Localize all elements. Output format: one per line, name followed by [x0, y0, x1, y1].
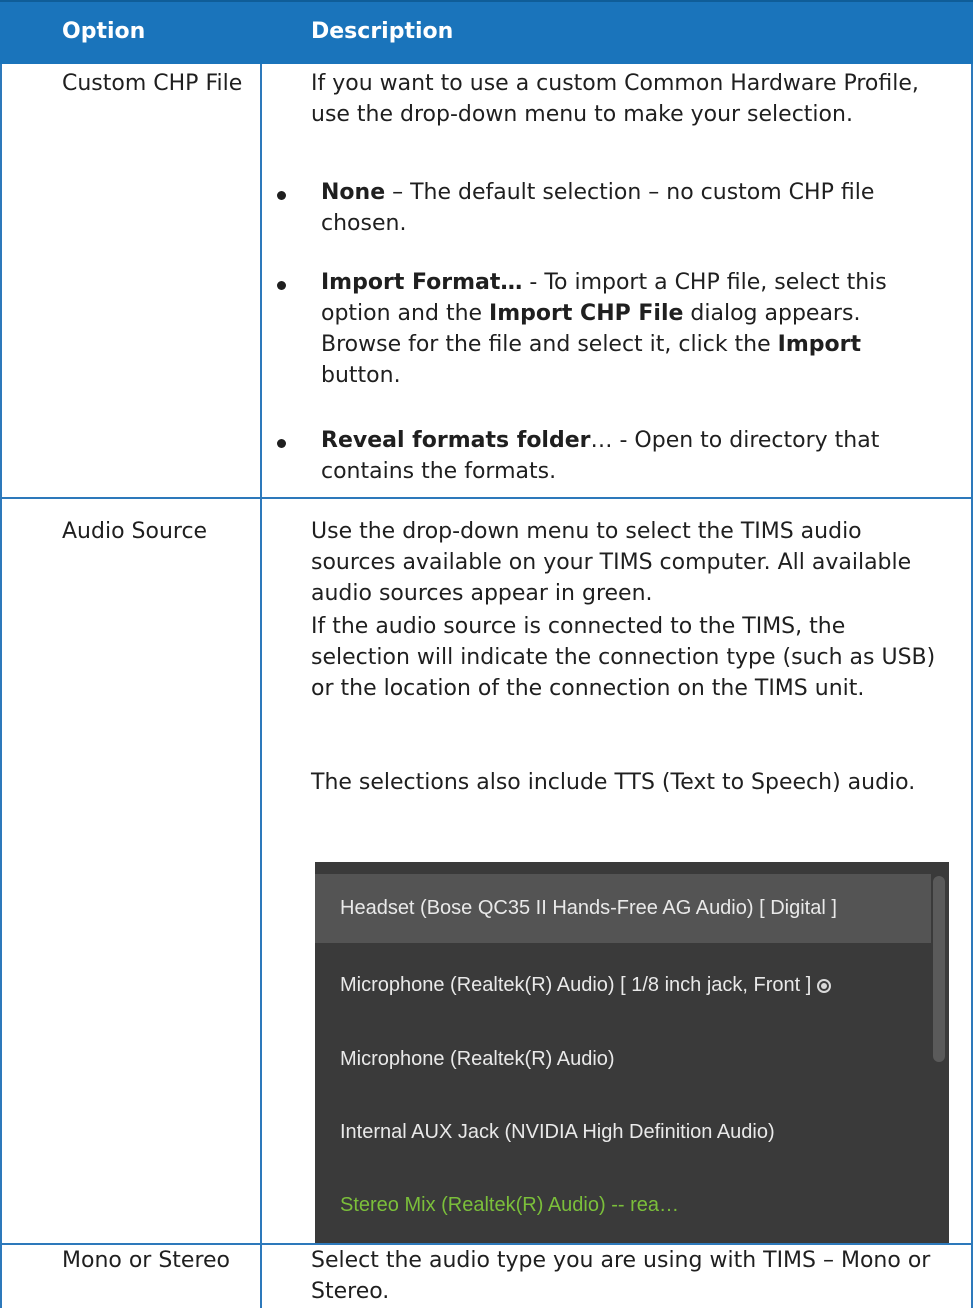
option-custom-chp-file: Custom CHP File: [62, 71, 243, 96]
description-text: The selections also include TTS (Text to…: [311, 770, 916, 795]
column-divider: [260, 64, 262, 1308]
bullet-none: None – The default selection – no custom…: [321, 177, 931, 239]
bullet-icon: [277, 439, 286, 448]
dropdown-item[interactable]: Microphone (Realtek(R) Audio): [315, 1025, 931, 1094]
option-mono-or-stereo: Mono or Stereo: [62, 1248, 231, 1273]
option-audio-source: Audio Source: [62, 519, 208, 544]
bullet-emphasis: Import CHP File: [489, 301, 684, 326]
header-option: Option: [62, 19, 146, 44]
bullet-icon: [277, 281, 286, 290]
radio-selected-icon: [817, 978, 832, 993]
options-table: Option Description Custom CHP File If yo…: [0, 0, 973, 1308]
description-text: If the audio source is connected to the …: [311, 614, 936, 701]
dropdown-item-label: Microphone (Realtek(R) Audio) [ 1/8 inch…: [340, 974, 812, 996]
dropdown-item-available[interactable]: Stereo Mix (Realtek(R) Audio) -- rea…: [315, 1171, 931, 1240]
description-text: Select the audio type you are using with…: [311, 1248, 931, 1304]
bullet-emphasis: Import: [777, 332, 861, 357]
bullet-icon: [277, 191, 286, 200]
dropdown-item-selected[interactable]: Microphone (Realtek(R) Audio) [ 1/8 inch…: [315, 951, 931, 1020]
bullet-reveal-formats: Reveal formats folder… - Open to directo…: [321, 425, 931, 487]
scrollbar-thumb[interactable]: [933, 876, 945, 1062]
bullet-import-format: Import Format… - To import a CHP file, s…: [321, 267, 931, 391]
bullet-text: – The default selection – no custom CHP …: [321, 180, 875, 236]
bullet-text: button.: [321, 363, 401, 388]
bullet-title: Import Format…: [321, 270, 523, 295]
dropdown-item[interactable]: Headset (Bose QC35 II Hands-Free AG Audi…: [315, 874, 931, 943]
audio-source-dropdown: Headset (Bose QC35 II Hands-Free AG Audi…: [315, 862, 949, 1243]
header-description: Description: [311, 19, 454, 44]
table-left-border: [0, 64, 2, 1308]
description-text: If you want to use a custom Common Hardw…: [311, 71, 919, 127]
bullet-title: Reveal formats folder: [321, 428, 591, 453]
description-text: Use the drop-down menu to select the TIM…: [311, 519, 912, 606]
dropdown-item[interactable]: Internal AUX Jack (NVIDIA High Definitio…: [315, 1098, 931, 1167]
table-header: Option Description: [0, 0, 973, 64]
bullet-title: None: [321, 180, 386, 205]
row-divider: [0, 497, 973, 499]
